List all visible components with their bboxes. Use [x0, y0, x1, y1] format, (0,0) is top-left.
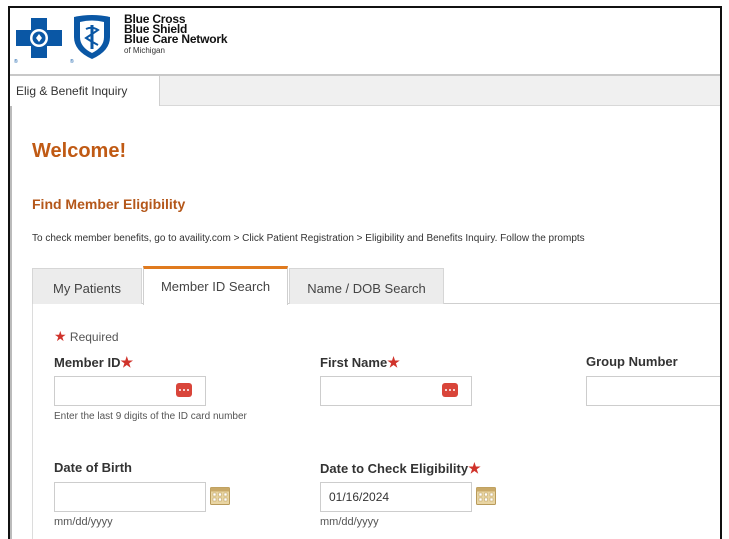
brand-logo: ® ® Blue Cross Blue Shield Blue Care Net… — [14, 12, 228, 65]
group-number-input[interactable] — [586, 376, 720, 406]
required-star-icon: ★ — [387, 354, 400, 370]
date-to-check-format: mm/dd/yyyy — [320, 516, 379, 528]
first-name-label: First Name★ — [320, 354, 400, 371]
member-id-label: Member ID★ — [54, 354, 133, 371]
brand-name: Blue Cross Blue Shield Blue Care Network… — [124, 13, 228, 56]
required-note-label: Required — [69, 330, 119, 344]
required-star-icon: ★ — [120, 354, 134, 370]
member-id-hint: Enter the last 9 digits of the ID card n… — [54, 411, 247, 422]
required-star-icon: ★ — [468, 460, 481, 476]
tab-name-dob-search[interactable]: Name / DOB Search — [289, 268, 444, 304]
tab-elig-benefit-inquiry[interactable]: Elig & Benefit Inquiry — [10, 76, 160, 106]
blue-shield-logo-icon — [74, 15, 110, 59]
date-to-check-label: Date to Check Eligibility★ — [320, 460, 481, 477]
top-nav-bar: Elig & Benefit Inquiry — [10, 74, 720, 106]
date-to-check-label-text: Date to Check Eligibility — [320, 461, 469, 476]
section-title: Find Member Eligibility — [32, 196, 186, 212]
member-id-label-text: Member ID — [54, 355, 121, 370]
blue-cross-logo-icon — [14, 16, 64, 60]
group-number-label: Group Number — [586, 354, 678, 369]
date-to-check-input[interactable]: 01/16/2024 — [320, 482, 472, 512]
calendar-icon[interactable] — [210, 487, 230, 505]
calendar-icon[interactable] — [476, 487, 496, 505]
first-name-label-text: First Name — [320, 355, 388, 370]
ellipsis-badge-icon[interactable] — [176, 383, 192, 397]
date-of-birth-label: Date of Birth — [54, 460, 132, 475]
brand-line-4: of Michigan — [124, 46, 165, 55]
date-of-birth-format: mm/dd/yyyy — [54, 516, 113, 528]
required-star-icon: ★ — [54, 328, 67, 344]
required-note: ★ Required — [54, 328, 119, 345]
date-of-birth-input[interactable] — [54, 482, 206, 512]
search-tabs: My Patients Member ID Search Name / DOB … — [32, 266, 720, 305]
app-window: ® ® Blue Cross Blue Shield Blue Care Net… — [8, 6, 722, 539]
instructions-text: To check member benefits, go to availity… — [32, 233, 585, 244]
page-title: Welcome! — [32, 140, 127, 162]
ellipsis-badge-icon[interactable] — [442, 383, 458, 397]
tab-my-patients[interactable]: My Patients — [32, 268, 142, 304]
content-divider — [10, 106, 12, 539]
tab-member-id-search[interactable]: Member ID Search — [143, 266, 288, 305]
brand-line-3: Blue Care Network — [124, 32, 228, 46]
